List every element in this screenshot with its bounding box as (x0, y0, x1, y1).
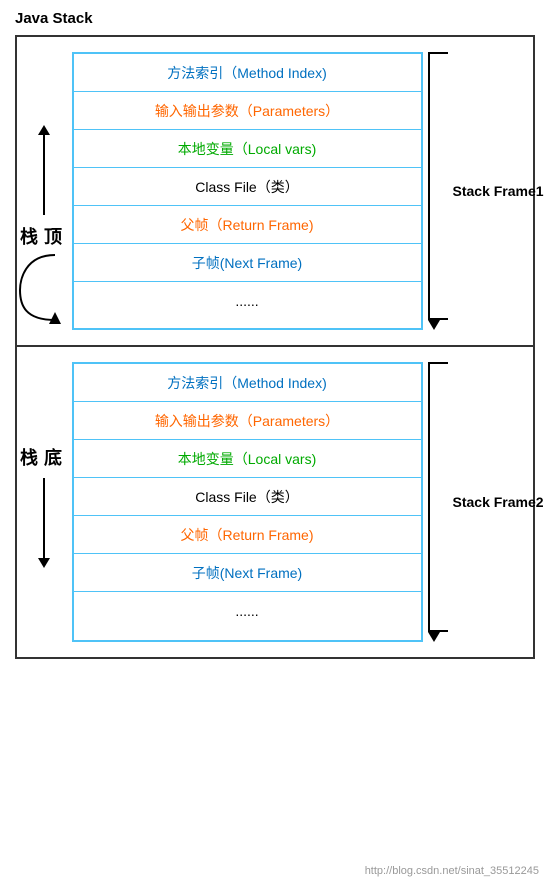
arrow-down-head2 (38, 558, 50, 568)
bracket-vert (428, 54, 430, 318)
arrow-up-head (38, 125, 50, 135)
watermark: http://blog.csdn.net/sinat_35512245 (365, 865, 539, 877)
main-box: 栈顶 方法索引（Method Index)输入输出参数（Parameters）本… (15, 35, 535, 659)
top-half: 栈顶 方法索引（Method Index)输入输出参数（Parameters）本… (17, 37, 533, 347)
frame-row: 本地变量（Local vars) (74, 440, 421, 478)
stack-bottom-section: 栈底 (17, 357, 72, 647)
frame-row: ...... (74, 282, 421, 320)
frame1-label-wrapper: Stack Frame1 (423, 47, 533, 335)
frame-row: 方法索引（Method Index) (74, 364, 421, 402)
frame-row: 子帧(Next Frame) (74, 554, 421, 592)
frame2-label-wrapper: Stack Frame2 (423, 357, 533, 647)
frame1-label: Stack Frame1 (453, 183, 544, 199)
frame-row: 父帧（Return Frame) (74, 516, 421, 554)
frame-row: 本地变量（Local vars) (74, 130, 421, 168)
page-title: Java Stack (15, 10, 539, 27)
outer-container: Java Stack 栈顶 方法索引（Method Index)输入输出参数（P… (0, 0, 549, 882)
stack-top-label: 栈顶 (20, 223, 68, 249)
bracket-arrow-head (428, 320, 440, 330)
frame2-bracket (428, 362, 448, 642)
frame1-table: 方法索引（Method Index)输入输出参数（Parameters）本地变量… (72, 52, 423, 330)
bracket2-arrow-head (428, 632, 440, 642)
frame2-label: Stack Frame2 (453, 494, 544, 510)
frame-row: 方法索引（Method Index) (74, 54, 421, 92)
frame-row: 子帧(Next Frame) (74, 244, 421, 282)
arrow-up-line (43, 135, 45, 215)
frame-row: ...... (74, 592, 421, 630)
stack-bottom-label: 栈底 (20, 444, 68, 470)
frame-row: Class File（类） (74, 168, 421, 206)
frame-row: 输入输出参数（Parameters） (74, 92, 421, 130)
frame-row: 输入输出参数（Parameters） (74, 402, 421, 440)
curved-arrow (15, 250, 75, 330)
arrow-down-line2 (43, 478, 45, 558)
frame-row: 父帧（Return Frame) (74, 206, 421, 244)
frame-row: Class File（类） (74, 478, 421, 516)
bracket2-top (428, 362, 448, 364)
bottom-half: 栈底 方法索引（Method Index)输入输出参数（Parameters）本… (17, 347, 533, 657)
bracket2-vert (428, 364, 430, 630)
bracket-top (428, 52, 448, 54)
frame1-bracket (428, 52, 448, 330)
frame2-table: 方法索引（Method Index)输入输出参数（Parameters）本地变量… (72, 362, 423, 642)
